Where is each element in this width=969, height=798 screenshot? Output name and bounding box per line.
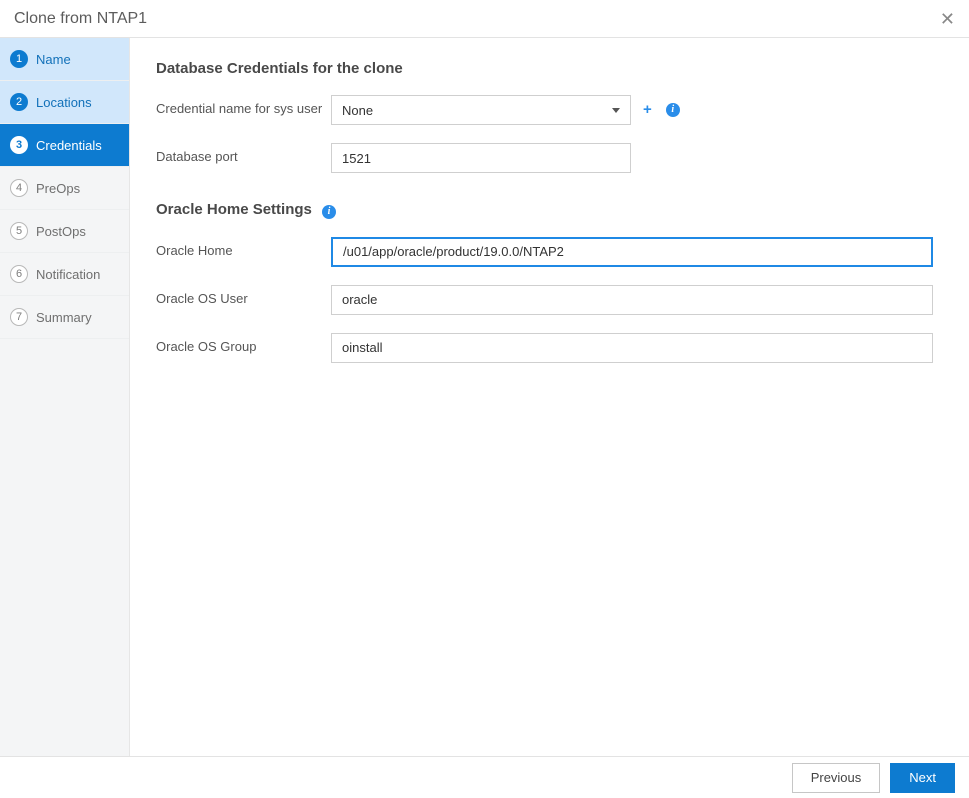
row-oracle-os-group: Oracle OS Group <box>156 333 943 363</box>
dbcred-heading: Database Credentials for the clone <box>156 60 943 77</box>
credential-label: Credential name for sys user <box>156 95 331 116</box>
chevron-down-icon <box>612 108 620 113</box>
step-number: 7 <box>10 308 28 326</box>
os-user-input[interactable] <box>331 285 933 315</box>
step-label: Summary <box>36 310 92 325</box>
main-panel: Database Credentials for the clone Crede… <box>130 38 969 756</box>
oracle-home-label: Oracle Home <box>156 237 331 258</box>
oracle-heading-text: Oracle Home Settings <box>156 201 312 218</box>
credential-select-wrap: None <box>331 95 631 125</box>
credential-actions: + i <box>643 95 680 118</box>
dialog-title: Clone from NTAP1 <box>14 10 147 28</box>
step-locations[interactable]: 2 Locations <box>0 81 129 124</box>
row-oracle-home: Oracle Home <box>156 237 943 267</box>
os-user-wrap <box>331 285 933 315</box>
dialog-body: 1 Name 2 Locations 3 Credentials 4 PreOp… <box>0 38 969 756</box>
step-number: 2 <box>10 93 28 111</box>
oracle-section: Oracle Home Settings i Oracle Home Oracl… <box>156 201 943 363</box>
step-number: 1 <box>10 50 28 68</box>
oracle-home-input[interactable] <box>331 237 933 267</box>
step-label: Notification <box>36 267 100 282</box>
oracle-heading: Oracle Home Settings i <box>156 201 943 219</box>
step-label: Credentials <box>36 138 102 153</box>
previous-button[interactable]: Previous <box>792 763 881 793</box>
step-label: PreOps <box>36 181 80 196</box>
step-name[interactable]: 1 Name <box>0 38 129 81</box>
os-user-label: Oracle OS User <box>156 285 331 306</box>
info-icon[interactable]: i <box>322 205 336 219</box>
row-oracle-os-user: Oracle OS User <box>156 285 943 315</box>
row-database-port: Database port <box>156 143 943 173</box>
credential-select-value: None <box>342 103 373 118</box>
step-number: 4 <box>10 179 28 197</box>
step-postops[interactable]: 5 PostOps <box>0 210 129 253</box>
step-number: 3 <box>10 136 28 154</box>
os-group-label: Oracle OS Group <box>156 333 331 354</box>
step-notification[interactable]: 6 Notification <box>0 253 129 296</box>
close-icon[interactable]: ✕ <box>940 10 955 28</box>
step-preops[interactable]: 4 PreOps <box>0 167 129 210</box>
step-summary[interactable]: 7 Summary <box>0 296 129 339</box>
next-button[interactable]: Next <box>890 763 955 793</box>
credential-select[interactable]: None <box>331 95 631 125</box>
dialog-header: Clone from NTAP1 ✕ <box>0 0 969 38</box>
step-number: 5 <box>10 222 28 240</box>
oracle-home-wrap <box>331 237 933 267</box>
step-label: Name <box>36 52 71 67</box>
wizard-sidebar: 1 Name 2 Locations 3 Credentials 4 PreOp… <box>0 38 130 756</box>
step-label: Locations <box>36 95 92 110</box>
os-group-input[interactable] <box>331 333 933 363</box>
os-group-wrap <box>331 333 933 363</box>
dialog-footer: Previous Next <box>0 756 969 798</box>
step-credentials[interactable]: 3 Credentials <box>0 124 129 167</box>
port-label: Database port <box>156 143 331 164</box>
step-label: PostOps <box>36 224 86 239</box>
port-input-wrap <box>331 143 631 173</box>
step-number: 6 <box>10 265 28 283</box>
add-credential-icon[interactable]: + <box>643 101 652 118</box>
row-credential-name: Credential name for sys user None + i <box>156 95 943 125</box>
port-input[interactable] <box>331 143 631 173</box>
info-icon[interactable]: i <box>666 103 680 117</box>
